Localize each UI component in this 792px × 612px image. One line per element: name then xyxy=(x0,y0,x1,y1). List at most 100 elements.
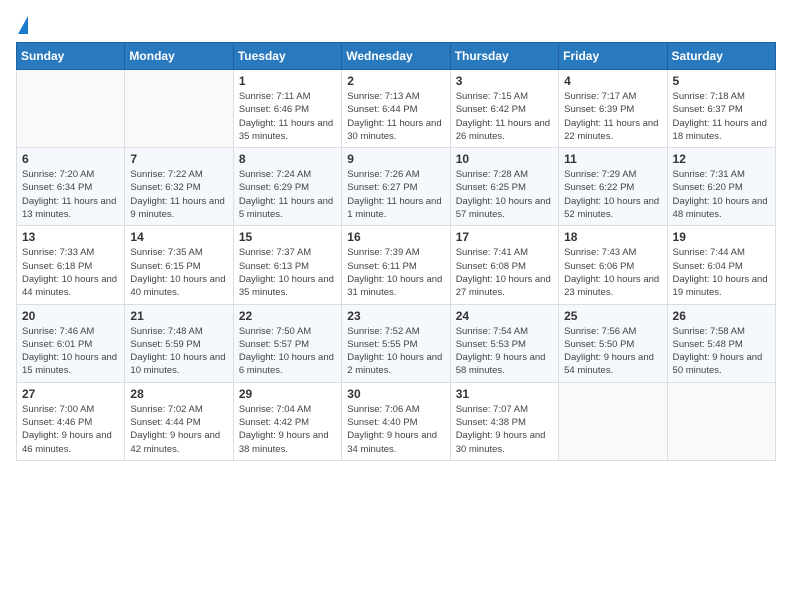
calendar-cell: 7 Sunrise: 7:22 AM Sunset: 6:32 PM Daylig… xyxy=(125,148,233,226)
day-info: Sunrise: 7:50 AM Sunset: 5:57 PM Dayligh… xyxy=(239,325,336,378)
day-number: 7 xyxy=(130,152,227,166)
day-info: Sunrise: 7:02 AM Sunset: 4:44 PM Dayligh… xyxy=(130,403,227,456)
calendar-cell: 26Sunrise: 7:58 AM Sunset: 5:48 PM Dayli… xyxy=(667,304,775,382)
day-number: 9 xyxy=(347,152,444,166)
day-number: 30 xyxy=(347,387,444,401)
calendar-cell: 2 Sunrise: 7:13 AM Sunset: 6:44 PM Daylig… xyxy=(342,70,450,148)
day-info: Sunrise: 7:44 AM Sunset: 6:04 PM Dayligh… xyxy=(673,246,770,299)
day-info: Sunrise: 7:48 AM Sunset: 5:59 PM Dayligh… xyxy=(130,325,227,378)
calendar-cell: 1 Sunrise: 7:11 AM Sunset: 6:46 PM Daylig… xyxy=(233,70,341,148)
calendar-cell: 17 Sunrise: 7:41 AM Sunset: 6:08 PM Dayli… xyxy=(450,226,558,304)
day-number: 3 xyxy=(456,74,553,88)
day-number: 22 xyxy=(239,309,336,323)
day-info: Sunrise: 7:22 AM Sunset: 6:32 PM Dayligh… xyxy=(130,168,227,221)
calendar-cell: 18 Sunrise: 7:43 AM Sunset: 6:06 PM Dayli… xyxy=(559,226,667,304)
day-number: 28 xyxy=(130,387,227,401)
day-number: 25 xyxy=(564,309,661,323)
calendar-cell: 13 Sunrise: 7:33 AM Sunset: 6:18 PM Dayli… xyxy=(17,226,125,304)
logo xyxy=(16,16,28,34)
day-info: Sunrise: 7:07 AM Sunset: 4:38 PM Dayligh… xyxy=(456,403,553,456)
calendar-header-saturday: Saturday xyxy=(667,43,775,70)
day-info: Sunrise: 7:13 AM Sunset: 6:44 PM Dayligh… xyxy=(347,90,444,143)
day-info: Sunrise: 7:18 AM Sunset: 6:37 PM Dayligh… xyxy=(673,90,770,143)
calendar-cell: 10Sunrise: 7:28 AM Sunset: 6:25 PM Dayli… xyxy=(450,148,558,226)
calendar-week-row: 13 Sunrise: 7:33 AM Sunset: 6:18 PM Dayli… xyxy=(17,226,776,304)
day-info: Sunrise: 7:46 AM Sunset: 6:01 PM Dayligh… xyxy=(22,325,119,378)
calendar-cell: 21 Sunrise: 7:48 AM Sunset: 5:59 PM Dayli… xyxy=(125,304,233,382)
calendar-week-row: 20 Sunrise: 7:46 AM Sunset: 6:01 PM Dayli… xyxy=(17,304,776,382)
day-number: 2 xyxy=(347,74,444,88)
calendar-header-wednesday: Wednesday xyxy=(342,43,450,70)
calendar-week-row: 27 Sunrise: 7:00 AM Sunset: 4:46 PM Dayli… xyxy=(17,382,776,460)
calendar-cell: 31 Sunrise: 7:07 AM Sunset: 4:38 PM Dayli… xyxy=(450,382,558,460)
day-number: 23 xyxy=(347,309,444,323)
day-number: 5 xyxy=(673,74,770,88)
day-info: Sunrise: 7:54 AM Sunset: 5:53 PM Dayligh… xyxy=(456,325,553,378)
day-info: Sunrise: 7:00 AM Sunset: 4:46 PM Dayligh… xyxy=(22,403,119,456)
calendar-cell xyxy=(667,382,775,460)
calendar-header-friday: Friday xyxy=(559,43,667,70)
day-number: 10 xyxy=(456,152,553,166)
day-number: 27 xyxy=(22,387,119,401)
day-info: Sunrise: 7:41 AM Sunset: 6:08 PM Dayligh… xyxy=(456,246,553,299)
calendar-week-row: 1 Sunrise: 7:11 AM Sunset: 6:46 PM Daylig… xyxy=(17,70,776,148)
day-number: 15 xyxy=(239,230,336,244)
day-number: 4 xyxy=(564,74,661,88)
day-number: 13 xyxy=(22,230,119,244)
day-info: Sunrise: 7:31 AM Sunset: 6:20 PM Dayligh… xyxy=(673,168,770,221)
day-info: Sunrise: 7:35 AM Sunset: 6:15 PM Dayligh… xyxy=(130,246,227,299)
logo-triangle-icon xyxy=(18,16,28,34)
calendar-cell: 25Sunrise: 7:56 AM Sunset: 5:50 PM Dayli… xyxy=(559,304,667,382)
day-number: 21 xyxy=(130,309,227,323)
day-number: 17 xyxy=(456,230,553,244)
calendar-cell: 24 Sunrise: 7:54 AM Sunset: 5:53 PM Dayli… xyxy=(450,304,558,382)
day-number: 26 xyxy=(673,309,770,323)
day-info: Sunrise: 7:29 AM Sunset: 6:22 PM Dayligh… xyxy=(564,168,661,221)
day-info: Sunrise: 7:43 AM Sunset: 6:06 PM Dayligh… xyxy=(564,246,661,299)
calendar-cell: 23 Sunrise: 7:52 AM Sunset: 5:55 PM Dayli… xyxy=(342,304,450,382)
calendar-week-row: 6Sunrise: 7:20 AM Sunset: 6:34 PM Daylig… xyxy=(17,148,776,226)
day-number: 1 xyxy=(239,74,336,88)
calendar-cell: 22 Sunrise: 7:50 AM Sunset: 5:57 PM Dayli… xyxy=(233,304,341,382)
calendar-cell: 11 Sunrise: 7:29 AM Sunset: 6:22 PM Dayli… xyxy=(559,148,667,226)
calendar-header-thursday: Thursday xyxy=(450,43,558,70)
calendar-cell: 19 Sunrise: 7:44 AM Sunset: 6:04 PM Dayli… xyxy=(667,226,775,304)
day-info: Sunrise: 7:33 AM Sunset: 6:18 PM Dayligh… xyxy=(22,246,119,299)
day-info: Sunrise: 7:52 AM Sunset: 5:55 PM Dayligh… xyxy=(347,325,444,378)
day-info: Sunrise: 7:04 AM Sunset: 4:42 PM Dayligh… xyxy=(239,403,336,456)
day-number: 31 xyxy=(456,387,553,401)
calendar-cell: 12 Sunrise: 7:31 AM Sunset: 6:20 PM Dayli… xyxy=(667,148,775,226)
calendar-cell: 16Sunrise: 7:39 AM Sunset: 6:11 PM Dayli… xyxy=(342,226,450,304)
calendar-cell: 29 Sunrise: 7:04 AM Sunset: 4:42 PM Dayli… xyxy=(233,382,341,460)
day-number: 19 xyxy=(673,230,770,244)
calendar-cell: 8Sunrise: 7:24 AM Sunset: 6:29 PM Daylig… xyxy=(233,148,341,226)
calendar-cell xyxy=(17,70,125,148)
page-header xyxy=(16,16,776,34)
calendar-cell: 4 Sunrise: 7:17 AM Sunset: 6:39 PM Daylig… xyxy=(559,70,667,148)
calendar-cell: 15Sunrise: 7:37 AM Sunset: 6:13 PM Dayli… xyxy=(233,226,341,304)
calendar-cell: 3Sunrise: 7:15 AM Sunset: 6:42 PM Daylig… xyxy=(450,70,558,148)
calendar-cell: 14Sunrise: 7:35 AM Sunset: 6:15 PM Dayli… xyxy=(125,226,233,304)
day-number: 12 xyxy=(673,152,770,166)
day-info: Sunrise: 7:06 AM Sunset: 4:40 PM Dayligh… xyxy=(347,403,444,456)
day-number: 24 xyxy=(456,309,553,323)
calendar-header-sunday: Sunday xyxy=(17,43,125,70)
day-number: 20 xyxy=(22,309,119,323)
day-number: 6 xyxy=(22,152,119,166)
day-info: Sunrise: 7:39 AM Sunset: 6:11 PM Dayligh… xyxy=(347,246,444,299)
calendar-header-row: SundayMondayTuesdayWednesdayThursdayFrid… xyxy=(17,43,776,70)
calendar-cell: 9 Sunrise: 7:26 AM Sunset: 6:27 PM Daylig… xyxy=(342,148,450,226)
calendar-cell: 30 Sunrise: 7:06 AM Sunset: 4:40 PM Dayli… xyxy=(342,382,450,460)
day-info: Sunrise: 7:17 AM Sunset: 6:39 PM Dayligh… xyxy=(564,90,661,143)
day-number: 18 xyxy=(564,230,661,244)
calendar-cell xyxy=(559,382,667,460)
calendar-cell: 6Sunrise: 7:20 AM Sunset: 6:34 PM Daylig… xyxy=(17,148,125,226)
calendar-header-monday: Monday xyxy=(125,43,233,70)
day-info: Sunrise: 7:26 AM Sunset: 6:27 PM Dayligh… xyxy=(347,168,444,221)
day-info: Sunrise: 7:11 AM Sunset: 6:46 PM Dayligh… xyxy=(239,90,336,143)
day-number: 8 xyxy=(239,152,336,166)
day-number: 11 xyxy=(564,152,661,166)
calendar-cell: 5 Sunrise: 7:18 AM Sunset: 6:37 PM Daylig… xyxy=(667,70,775,148)
calendar-cell: 28 Sunrise: 7:02 AM Sunset: 4:44 PM Dayli… xyxy=(125,382,233,460)
day-number: 29 xyxy=(239,387,336,401)
